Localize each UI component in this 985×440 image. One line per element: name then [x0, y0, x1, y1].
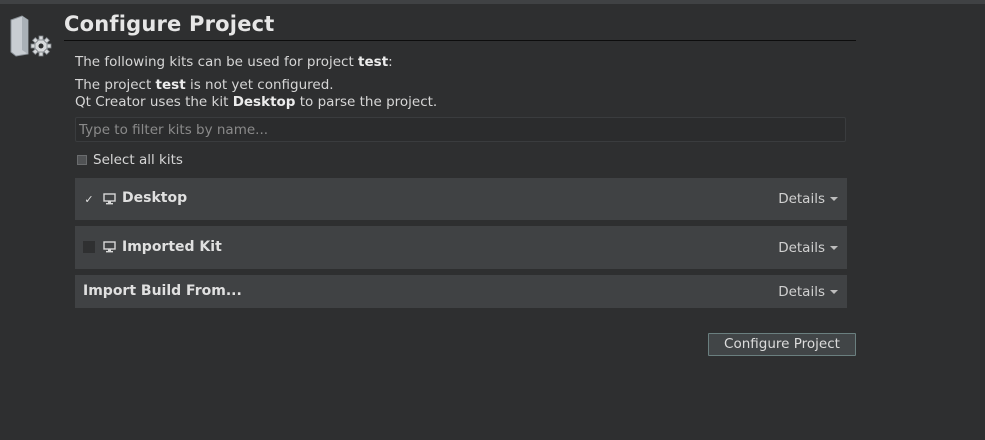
import-build-row[interactable]: Import Build From... Details	[75, 275, 847, 308]
kit-row-imported-kit[interactable]: Imported Kit Details	[75, 226, 847, 269]
kit-name-desktop: Desktop	[122, 190, 188, 206]
project-folder-gear-icon	[10, 15, 52, 57]
page-title: Configure Project	[64, 12, 275, 36]
title-underline	[64, 40, 856, 41]
kit-details-imported-kit[interactable]: Details	[778, 240, 838, 256]
kit-name-imported-kit: Imported Kit	[122, 239, 222, 255]
kit-row-desktop[interactable]: ✓ Desktop Details	[75, 178, 847, 220]
details-label: Details	[778, 191, 825, 207]
not-configured-message: The project test is not yet configured.	[75, 77, 334, 93]
chevron-down-icon	[830, 290, 838, 294]
kit-details-desktop[interactable]: Details	[778, 191, 838, 207]
details-label: Details	[778, 284, 825, 300]
kits-intro-message: The following kits can be used for proje…	[75, 54, 393, 70]
parse-kit-message: Qt Creator uses the kit Desktop to parse…	[75, 94, 438, 110]
import-build-details[interactable]: Details	[778, 284, 838, 300]
kit-checkbox-desktop[interactable]: ✓	[83, 193, 95, 206]
configure-project-button[interactable]: Configure Project	[708, 333, 856, 356]
configure-project-page: Configure Project The following kits can…	[0, 0, 985, 440]
kit-filter-input[interactable]: Type to filter kits by name...	[75, 117, 846, 142]
select-all-label: Select all kits	[93, 152, 183, 168]
top-border	[0, 0, 985, 4]
select-all-checkbox[interactable]	[77, 155, 87, 165]
kit-checkbox-imported-kit[interactable]	[83, 241, 95, 253]
select-all-kits[interactable]: Select all kits	[77, 152, 183, 168]
chevron-down-icon	[830, 197, 838, 201]
details-label: Details	[778, 240, 825, 256]
chevron-down-icon	[830, 246, 838, 250]
monitor-icon	[103, 193, 116, 205]
import-build-label: Import Build From...	[83, 283, 242, 299]
monitor-icon	[103, 241, 116, 253]
